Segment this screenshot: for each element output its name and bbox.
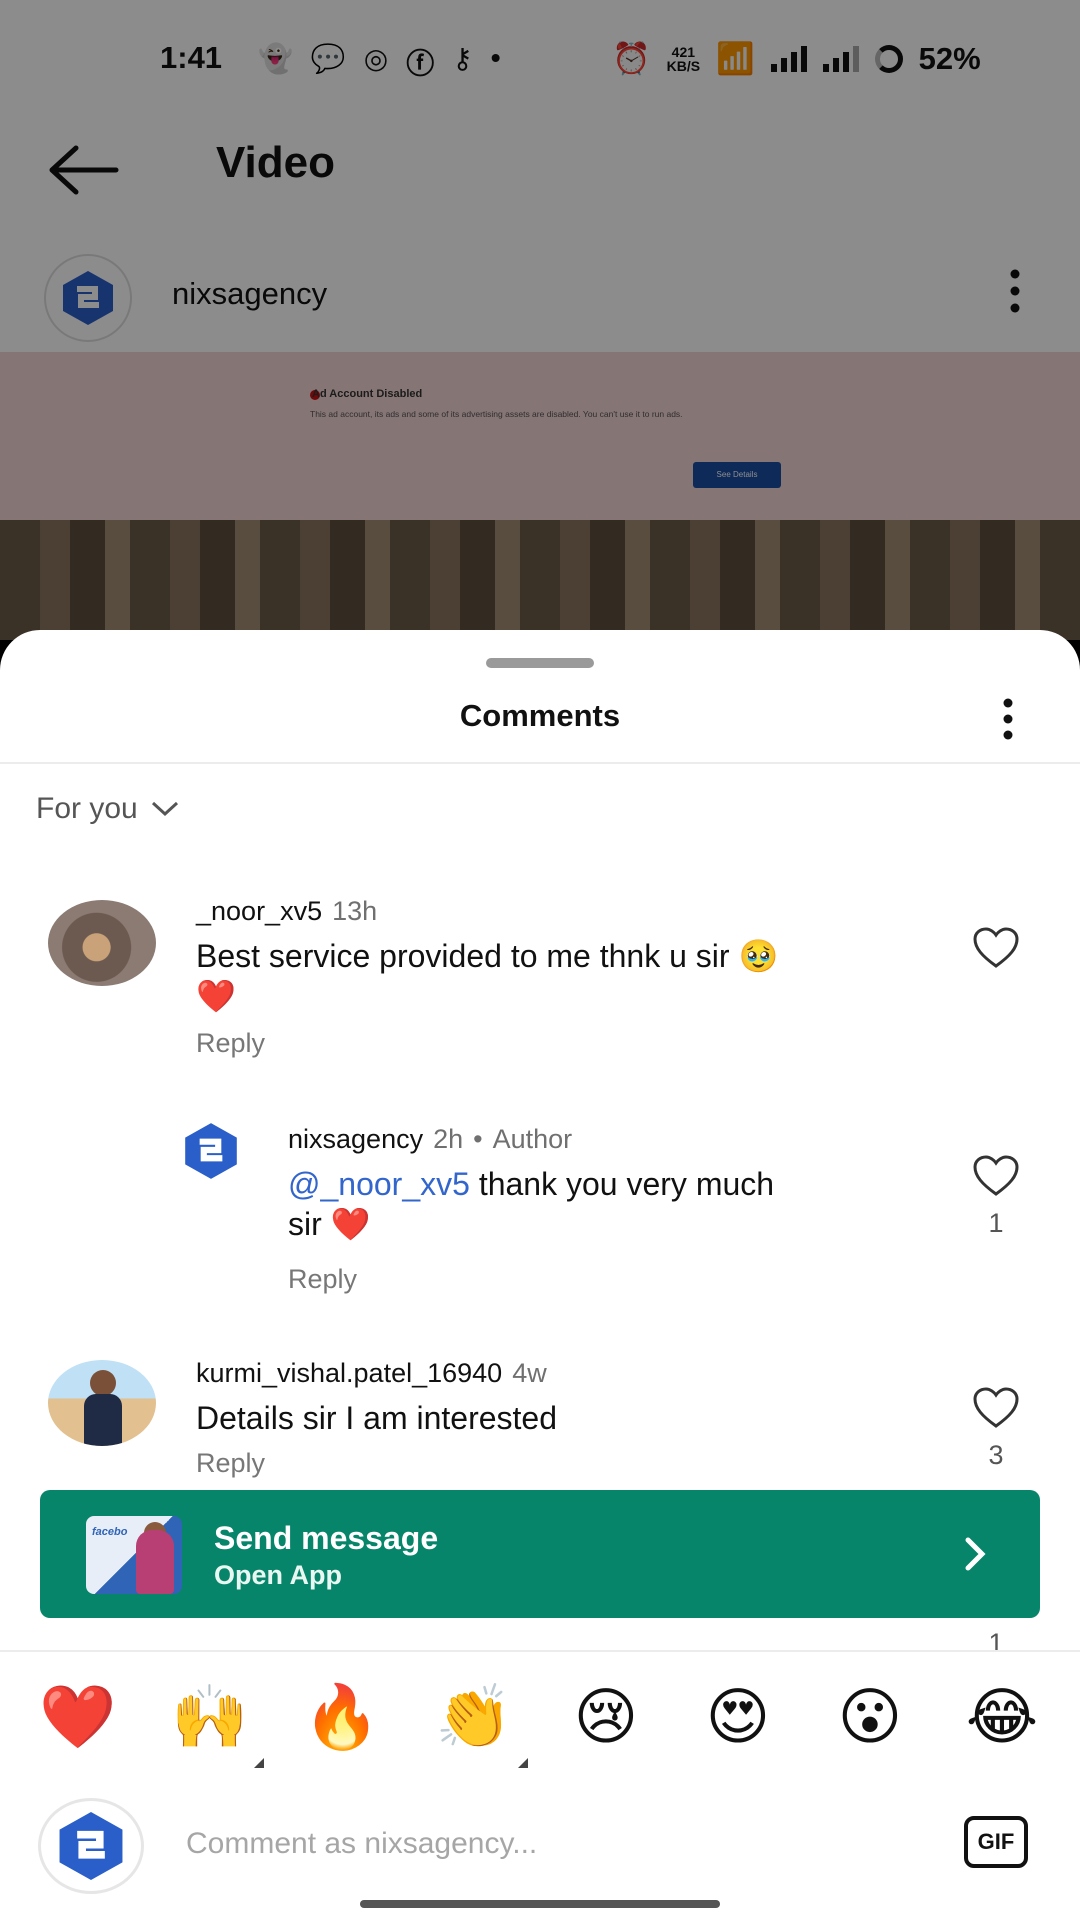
comment-time: 13h — [332, 896, 378, 926]
emoji-glyph: 🙌 — [171, 1683, 249, 1752]
reply-button[interactable]: Reply — [196, 1028, 265, 1059]
comment-body-line2: sir ❤️ — [288, 1206, 371, 1242]
commenter-avatar[interactable] — [48, 1360, 156, 1446]
heart-icon[interactable] — [972, 1386, 1020, 1430]
partially-hidden-comment — [288, 1618, 988, 1648]
my-avatar — [38, 1798, 144, 1894]
banner-subtitle: Open App — [214, 1560, 342, 1590]
emoji-raising-hands[interactable]: 🙌 — [170, 1678, 264, 1768]
comment-input[interactable] — [186, 1818, 926, 1870]
banner-title: Send message — [214, 1520, 439, 1556]
sort-label: For you — [36, 792, 138, 825]
emoji-glyph: 👏 — [435, 1683, 513, 1752]
like-count: 1 — [988, 1208, 1004, 1238]
sheet-title: Comments — [459, 698, 621, 733]
like-count: 1 — [988, 1628, 1004, 1650]
comment-header: kurmi_vishal.patel_16940 4w — [196, 1358, 547, 1389]
comment-username[interactable]: kurmi_vishal.patel_16940 — [196, 1358, 502, 1388]
send-message-banner[interactable]: facebo Send message Open App — [40, 1490, 1040, 1618]
modal-scrim[interactable] — [0, 0, 1080, 640]
comment-text: @_noor_xv5 thank you very much sir ❤️ — [288, 1164, 908, 1244]
emoji-heart-eyes[interactable]: 😍 — [698, 1678, 778, 1758]
home-indicator[interactable] — [360, 1900, 720, 1908]
nixs-logo-icon — [185, 1123, 237, 1179]
author-badge: Author — [492, 1124, 573, 1154]
dot-separator: • — [473, 1124, 483, 1154]
nixs-logo-icon — [59, 1812, 123, 1880]
thumbnail-logo-text: facebo — [92, 1526, 128, 1538]
comment-emoji: ❤️ — [196, 978, 236, 1014]
emoji-laughing[interactable]: 😂 — [962, 1678, 1042, 1758]
comment-body: Best service provided to me thnk u sir 🥹 — [196, 938, 779, 974]
skin-tone-indicator — [518, 1758, 528, 1768]
comment-composer: GIF — [0, 1790, 1080, 1900]
comments-sheet: Comments For you _noor_xv5 13h Best servi… — [0, 630, 1080, 1920]
gif-button[interactable]: GIF — [964, 1816, 1028, 1868]
skin-tone-indicator — [254, 1758, 264, 1768]
mention-link[interactable]: @_noor_xv5 — [288, 1166, 470, 1202]
sheet-drag-handle[interactable] — [486, 658, 594, 668]
thumbnail-person — [136, 1530, 174, 1594]
emoji-clapping[interactable]: 👏 — [434, 1678, 528, 1768]
emoji-heart[interactable]: ❤️ — [38, 1678, 118, 1758]
comment-body: Details sir I am interested — [196, 1400, 558, 1436]
comment-body: thank you very much — [469, 1166, 775, 1202]
sort-dropdown[interactable]: For you — [36, 792, 180, 826]
comment-header: _noor_xv5 13h — [196, 896, 377, 927]
comment-username[interactable]: nixsagency — [288, 1124, 423, 1154]
video-page-background: 1:41 👻 💬 ◎ ⓕ ⚷ • ⏰ 421 KB/S 📶 52% Video — [0, 0, 1080, 640]
reply-button[interactable]: Reply — [196, 1448, 265, 1479]
commenter-avatar[interactable] — [48, 900, 156, 986]
emoji-quick-bar: ❤️ 🙌 🔥 👏 😢 😍 😮 😂 — [0, 1670, 1080, 1780]
emoji-fire[interactable]: 🔥 — [302, 1678, 382, 1758]
heart-icon[interactable] — [972, 926, 1020, 970]
divider — [0, 762, 1080, 764]
comment-username[interactable]: _noor_xv5 — [196, 896, 322, 926]
heart-icon[interactable] — [972, 1154, 1020, 1198]
banner-thumbnail: facebo — [86, 1516, 182, 1594]
comment-header: nixsagency 2h • Author — [288, 1124, 572, 1155]
comment-time: 4w — [512, 1358, 547, 1388]
emoji-surprised[interactable]: 😮 — [830, 1678, 910, 1758]
reply-button[interactable]: Reply — [288, 1264, 357, 1295]
like-count: 3 — [988, 1440, 1004, 1470]
comments-more-icon[interactable] — [992, 696, 1024, 742]
comment-text: Best service provided to me thnk u sir 🥹… — [196, 936, 916, 1016]
chevron-down-icon — [151, 801, 178, 817]
comment-text: Details sir I am interested — [196, 1398, 916, 1438]
divider — [0, 1650, 1080, 1652]
comment-time: 2h — [433, 1124, 464, 1154]
author-avatar[interactable] — [176, 1116, 246, 1186]
chevron-right-icon — [965, 1537, 986, 1571]
emoji-crying[interactable]: 😢 — [566, 1678, 646, 1758]
